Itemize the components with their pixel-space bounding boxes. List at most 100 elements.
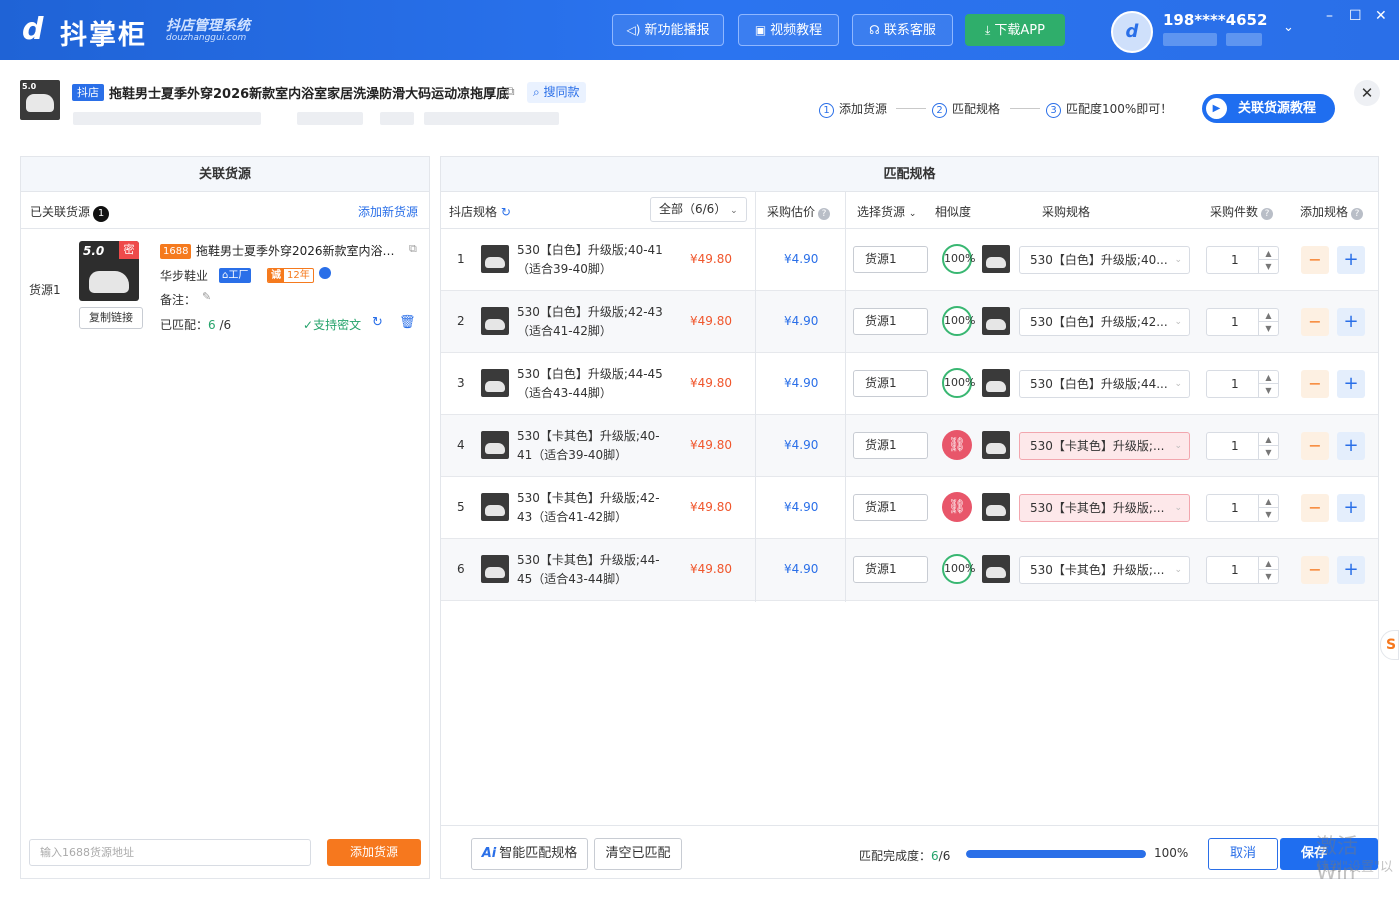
video-icon: ▣ — [754, 23, 767, 37]
side-float-tab[interactable]: S — [1380, 630, 1399, 660]
add-new-source-link[interactable]: 添加新货源 — [358, 203, 418, 220]
speaker-icon: ◁) — [626, 23, 641, 37]
user-avatar[interactable]: d — [1111, 11, 1153, 53]
increment-icon[interactable]: ▲ — [1258, 247, 1278, 260]
match-spec-panel: 匹配规格 抖店规格 ↻ 全部（6/6） ⌄ 采购估价? 选择货源 ⌄ 相似度 采… — [440, 156, 1379, 879]
add-spec-button[interactable]: + — [1337, 556, 1365, 584]
matched-label: 已匹配： — [160, 318, 209, 332]
source-label: 货源1 — [29, 283, 61, 297]
increment-icon[interactable]: ▲ — [1258, 433, 1278, 446]
table-row: 6 530【卡其色】升级版;44-45（适合43-44脚） ¥49.80 ¥4.90 货… — [441, 539, 1378, 601]
add-spec-button[interactable]: + — [1337, 308, 1365, 336]
blurred-info — [380, 112, 414, 125]
purchase-thumbnail — [982, 431, 1010, 459]
source-select[interactable]: 货源1 — [853, 370, 928, 397]
source-select[interactable]: 货源1 — [853, 308, 928, 335]
add-source-button[interactable]: 添加货源 — [327, 839, 421, 866]
download-app-button[interactable]: ⤓ 下载APP — [965, 14, 1065, 46]
chevron-down-icon: ⌄ — [1174, 379, 1182, 389]
step-divider — [896, 108, 926, 109]
slipper-image — [26, 94, 54, 112]
decrement-icon[interactable]: ▼ — [1258, 508, 1278, 521]
source-shop-name[interactable]: 华步鞋业 — [160, 267, 208, 284]
source-select[interactable]: 货源1 — [853, 432, 928, 459]
tutorial-button[interactable]: ▶ 关联货源教程 — [1202, 94, 1335, 123]
delete-icon[interactable]: 🗑 — [399, 315, 416, 330]
close-window-icon[interactable]: ✕ — [1375, 8, 1387, 24]
quantity-stepper[interactable]: 1 ▲ ▼ — [1206, 556, 1279, 584]
help-icon[interactable]: ? — [818, 208, 831, 220]
purchase-spec-select[interactable]: 530【卡其色】升级版;... ⌄ — [1019, 556, 1190, 584]
refresh-icon[interactable]: ↻ — [501, 205, 511, 219]
unlinked-icon: ⛓ — [942, 492, 972, 522]
help-icon[interactable]: ? — [1261, 208, 1274, 220]
remove-spec-button[interactable]: − — [1301, 556, 1329, 584]
maximize-icon[interactable]: ☐ — [1349, 8, 1362, 24]
spec-thumbnail — [481, 369, 509, 397]
purchase-spec-select[interactable]: 530【白色】升级版;42... ⌄ — [1019, 308, 1190, 336]
row-index: 6 — [457, 562, 465, 576]
contact-service-button[interactable]: ☊ 联系客服 — [852, 14, 953, 46]
spec-thumbnail — [481, 493, 509, 521]
quantity-stepper[interactable]: 1 ▲ ▼ — [1206, 308, 1279, 336]
chat-icon[interactable] — [319, 267, 331, 279]
remove-spec-button[interactable]: − — [1301, 246, 1329, 274]
decrement-icon[interactable]: ▼ — [1258, 322, 1278, 335]
source-select[interactable]: 货源1 — [853, 246, 928, 273]
increment-icon[interactable]: ▲ — [1258, 371, 1278, 384]
add-spec-button[interactable]: + — [1337, 370, 1365, 398]
quantity-stepper[interactable]: 1 ▲ ▼ — [1206, 432, 1279, 460]
refresh-icon[interactable]: ↻ — [372, 315, 383, 330]
source-select[interactable]: 货源1 — [853, 556, 928, 583]
chevron-down-icon[interactable]: ⌄ — [1283, 20, 1294, 35]
step-label: 匹配度100%即可！ — [1066, 102, 1173, 116]
purchase-spec-select[interactable]: 530【白色】升级版;40... ⌄ — [1019, 246, 1190, 274]
close-icon[interactable]: ✕ — [1354, 80, 1380, 106]
source-image[interactable]: 5.0 密 — [79, 241, 139, 301]
add-spec-button[interactable]: + — [1337, 494, 1365, 522]
quantity-stepper[interactable]: 1 ▲ ▼ — [1206, 494, 1279, 522]
quantity-value: 1 — [1231, 439, 1239, 453]
purchase-spec-value: 530【卡其色】升级版;... — [1030, 501, 1165, 515]
decrement-icon[interactable]: ▼ — [1258, 260, 1278, 273]
video-tutorial-button[interactable]: ▣ 视频教程 — [738, 14, 839, 46]
purchase-spec-select[interactable]: 530【白色】升级版;44... ⌄ — [1019, 370, 1190, 398]
remove-spec-button[interactable]: − — [1301, 432, 1329, 460]
quantity-value: 1 — [1231, 563, 1239, 577]
help-icon[interactable]: ? — [1351, 208, 1364, 220]
minimize-icon[interactable]: – — [1326, 8, 1333, 24]
quantity-stepper[interactable]: 1 ▲ ▼ — [1206, 370, 1279, 398]
add-spec-button[interactable]: + — [1337, 432, 1365, 460]
increment-icon[interactable]: ▲ — [1258, 557, 1278, 570]
source-title[interactable]: 拖鞋男士夏季外穿2026新款室内浴室家居洗澡防滑大码运动凉拖厚底 — [196, 242, 396, 259]
chevron-down-icon: ⌄ — [1174, 503, 1182, 513]
cancel-button[interactable]: 取消 — [1208, 838, 1278, 870]
decrement-icon[interactable]: ▼ — [1258, 570, 1278, 583]
column-divider — [755, 192, 756, 602]
source-select[interactable]: 货源1 — [853, 494, 928, 521]
copy-icon[interactable]: ⧉ — [409, 242, 417, 256]
table-row: 4 530【卡其色】升级版;40-41（适合39-40脚） ¥49.80 ¥4.90 货… — [441, 415, 1378, 477]
decrement-icon[interactable]: ▼ — [1258, 384, 1278, 397]
clear-matched-button[interactable]: 清空已匹配 — [594, 838, 682, 870]
copy-link-button[interactable]: 复制链接 — [79, 307, 143, 329]
col-choose-source[interactable]: 选择货源 ⌄ — [857, 203, 916, 220]
add-spec-button[interactable]: + — [1337, 246, 1365, 274]
remove-spec-button[interactable]: − — [1301, 494, 1329, 522]
purchase-spec-select[interactable]: 530【卡其色】升级版;... ⌄ — [1019, 432, 1190, 460]
remove-spec-button[interactable]: − — [1301, 370, 1329, 398]
search-same-button[interactable]: ⌕ 搜同款 — [527, 82, 586, 103]
new-feature-button[interactable]: ◁) 新功能播报 — [612, 14, 724, 46]
remove-spec-button[interactable]: − — [1301, 308, 1329, 336]
purchase-spec-select[interactable]: 530【卡其色】升级版;... ⌄ — [1019, 494, 1190, 522]
filter-select[interactable]: 全部（6/6） ⌄ — [650, 197, 747, 222]
edit-icon[interactable]: ✎ — [202, 290, 211, 303]
quantity-stepper[interactable]: 1 ▲ ▼ — [1206, 246, 1279, 274]
shop-spec-text: 530【卡其色】升级版;42-43（适合41-42脚） — [517, 491, 660, 524]
copy-icon[interactable]: ⧉ — [506, 84, 515, 99]
smart-match-button[interactable]: Ai 智能匹配规格 — [471, 838, 588, 870]
decrement-icon[interactable]: ▼ — [1258, 446, 1278, 459]
source-url-input[interactable]: 输入1688货源地址 — [29, 839, 311, 866]
increment-icon[interactable]: ▲ — [1258, 309, 1278, 322]
increment-icon[interactable]: ▲ — [1258, 495, 1278, 508]
